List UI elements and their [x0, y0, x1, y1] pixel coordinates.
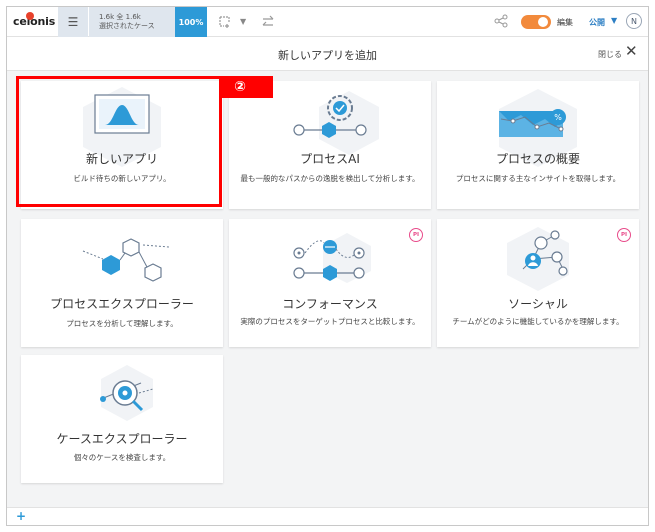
- logo-dot-icon: [26, 12, 34, 20]
- close-icon[interactable]: ✕: [625, 44, 638, 59]
- toggle-knob: [538, 17, 548, 27]
- add-plus-icon[interactable]: +: [16, 509, 26, 523]
- case-explorer-magnifier-icon: [100, 365, 154, 421]
- card-title: プロセスエクスプローラー: [50, 297, 194, 311]
- menu-icon[interactable]: ☰: [58, 7, 88, 37]
- card-desc: チームがどのように機能しているかを理解します。: [452, 317, 624, 326]
- annotation-step-badge: ②: [221, 76, 273, 98]
- avatar[interactable]: N: [626, 13, 642, 29]
- card-process-overview[interactable]: % プロセスの概要 プロセスに関する主なインサイトを取得します。: [437, 81, 639, 209]
- logo-text: celonis: [13, 15, 56, 28]
- edit-toggle[interactable]: [521, 15, 551, 29]
- conformance-icon: [293, 233, 371, 283]
- process-ai-gear-icon: [293, 91, 379, 155]
- card-title: プロセスAI: [300, 152, 360, 166]
- share-icon[interactable]: [494, 14, 508, 28]
- pi-badge: PI: [617, 228, 631, 242]
- chevron-down-icon[interactable]: ▼: [240, 17, 246, 26]
- public-chevron-down-icon[interactable]: ▼: [611, 16, 617, 25]
- pi-badge: PI: [409, 228, 423, 242]
- social-network-icon: [507, 227, 569, 291]
- percent-badge[interactable]: 100%: [175, 7, 207, 37]
- process-overview-chart-icon: %: [499, 89, 577, 167]
- close-label[interactable]: 閉じる: [598, 49, 622, 60]
- crop-filter-icon[interactable]: [218, 15, 232, 29]
- case-selection-info[interactable]: 1.6k 全 1.6k 選択されたケース: [89, 7, 175, 37]
- footer-bar: +: [7, 507, 648, 525]
- card-title: ケースエクスプローラー: [56, 432, 188, 446]
- card-desc: プロセスに関する主なインサイトを取得します。: [455, 174, 621, 183]
- svg-text:%: %: [554, 113, 562, 122]
- card-title: ソーシャル: [508, 297, 568, 311]
- card-process-ai[interactable]: プロセスAI 最も一般的なパスからの逸脱を検出して分析します。: [229, 81, 431, 209]
- card-social[interactable]: PI ソーシャル チームがどのように機能しているかを理解します。: [437, 219, 639, 347]
- card-desc: 実際のプロセスをターゲットプロセスと比較します。: [240, 317, 420, 326]
- card-process-explorer[interactable]: プロセスエクスプローラー プロセスを分析して理解します。: [21, 219, 223, 347]
- card-case-explorer[interactable]: ケースエクスプローラー 個々のケースを検査します。: [21, 355, 223, 483]
- card-conformance[interactable]: PI コンフォーマンス 実際のプロセスをターゲットプロセスと比較します。: [229, 219, 431, 347]
- edit-label: 編集: [557, 18, 573, 27]
- case-label: 選択されたケース: [99, 22, 155, 30]
- page-title: 新しいアプリを追加: [278, 49, 377, 62]
- annotation-highlight-box: [16, 76, 222, 207]
- card-desc: プロセスを分析して理解します。: [66, 319, 178, 328]
- card-desc: 個々のケースを検査します。: [73, 453, 171, 462]
- card-title: コンフォーマンス: [282, 297, 378, 311]
- card-desc: 最も一般的なパスからの逸脱を検出して分析します。: [240, 174, 420, 183]
- top-bar: celonis ☰ 1.6k 全 1.6k 選択されたケース 100% ▼ 編集…: [7, 7, 648, 37]
- card-title: プロセスの概要: [495, 152, 580, 166]
- public-dropdown[interactable]: 公開: [589, 17, 605, 28]
- swap-arrows-icon[interactable]: [261, 15, 275, 29]
- celonis-logo[interactable]: celonis: [13, 12, 56, 28]
- dialog-header: 新しいアプリを追加 閉じる ✕: [7, 37, 648, 71]
- case-count: 1.6k 全 1.6k: [99, 13, 141, 21]
